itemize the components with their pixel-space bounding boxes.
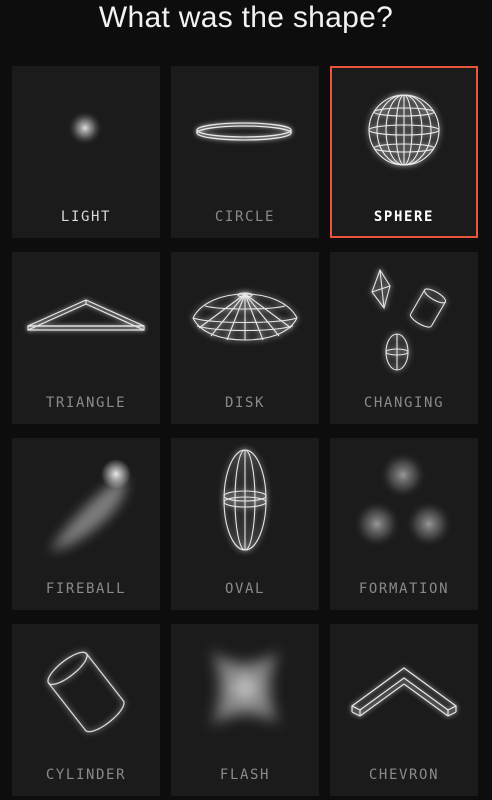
shape-option-triangle[interactable]: TRIANGLE: [12, 252, 160, 424]
page-title: What was the shape?: [98, 1, 394, 34]
shape-option-cylinder[interactable]: CYLINDER: [12, 624, 160, 796]
shape-label: FIREBALL: [45, 581, 127, 597]
sphere-wireframe-icon: [368, 94, 440, 166]
shape-label: DISK: [224, 395, 266, 411]
shape-label: TRIANGLE: [45, 395, 127, 411]
triangle-wireframe-icon: [27, 299, 145, 331]
shape-label: CYLINDER: [45, 767, 127, 783]
light-glow-icon: [67, 110, 103, 146]
fireball-icon: [50, 459, 131, 552]
shape-option-disk[interactable]: DISK: [171, 252, 319, 424]
shape-option-formation[interactable]: FORMATION: [330, 438, 478, 610]
shape-option-sphere[interactable]: SPHERE: [330, 66, 478, 238]
changing-shapes-icon: [371, 268, 447, 371]
shape-grid: LIGHT CIRCLE SPHERE TRIANGLE DISK CHANGI…: [12, 66, 478, 800]
shape-option-flash[interactable]: FLASH: [171, 624, 319, 796]
shape-label: FLASH: [219, 767, 271, 783]
chevron-wireframe-icon: [351, 667, 457, 717]
shape-label: FORMATION: [358, 581, 450, 597]
shape-label: LIGHT: [60, 209, 112, 225]
shape-option-circle[interactable]: CIRCLE: [171, 66, 319, 238]
shape-option-oval[interactable]: OVAL: [171, 438, 319, 610]
disk-wireframe-icon: [192, 292, 298, 341]
shape-label: CHEVRON: [368, 767, 440, 783]
formation-lights-icon: [353, 451, 453, 548]
oval-wireframe-icon: [223, 449, 267, 551]
shape-option-changing[interactable]: CHANGING: [330, 252, 478, 424]
cylinder-wireframe-icon: [47, 651, 125, 733]
circle-ring-icon: [196, 122, 292, 141]
shape-label: OVAL: [224, 581, 266, 597]
shape-label: CHANGING: [363, 395, 445, 411]
shape-label: CIRCLE: [214, 209, 276, 225]
shape-option-fireball[interactable]: FIREBALL: [12, 438, 160, 610]
shape-option-chevron[interactable]: CHEVRON: [330, 624, 478, 796]
shape-option-light[interactable]: LIGHT: [12, 66, 160, 238]
shape-label: SPHERE: [373, 209, 435, 225]
flash-glow-icon: [211, 650, 279, 726]
